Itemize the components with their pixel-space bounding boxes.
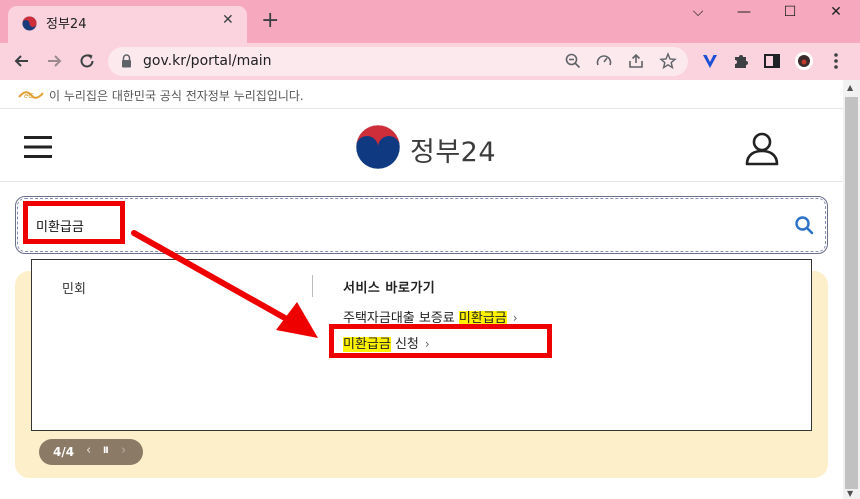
svg-text:eG: eG [24, 92, 34, 100]
pager-count: 4/4 [53, 445, 75, 459]
bookmark-star-icon[interactable] [659, 52, 677, 70]
taegeuk-logo-icon[interactable] [355, 124, 401, 170]
hamburger-menu-icon[interactable] [24, 135, 52, 159]
reload-icon[interactable] [77, 51, 97, 71]
column-divider [312, 275, 313, 297]
tab-title: 정부24 [46, 17, 87, 32]
gov-favicon-icon [22, 16, 37, 31]
back-arrow-icon[interactable] [12, 51, 32, 71]
scroll-up-icon[interactable]: ▲ [847, 83, 853, 92]
egov-mark-icon: eG [18, 91, 44, 100]
profile-avatar-icon[interactable] [794, 51, 814, 71]
search-icon[interactable] [794, 215, 814, 235]
new-tab-button[interactable]: + [261, 8, 279, 33]
pager-next-button[interactable]: › [121, 443, 126, 458]
maximize-button[interactable]: ☐ [768, 4, 812, 26]
category-label[interactable]: 민회 [62, 278, 86, 297]
site-title[interactable]: 정부24 [410, 130, 496, 169]
v-extension-icon[interactable] [700, 51, 720, 71]
scroll-down-icon[interactable]: ▼ [847, 489, 853, 498]
more-menu-icon[interactable] [826, 51, 846, 71]
tab-close-icon[interactable]: ✕ [222, 12, 234, 28]
service-shortcut-header: 서비스 바로가기 [343, 281, 436, 296]
scrollbar-thumb[interactable] [845, 97, 858, 489]
browser-tab[interactable] [8, 6, 247, 43]
user-login-icon[interactable] [744, 130, 780, 166]
annotation-box-result [329, 324, 552, 358]
chevron-right-icon: › [512, 311, 518, 325]
performance-icon[interactable] [595, 52, 613, 70]
minimize-button[interactable]: — [722, 4, 766, 26]
share-icon[interactable] [627, 52, 645, 70]
lock-icon[interactable] [121, 54, 132, 68]
zoom-icon[interactable] [564, 52, 582, 70]
annotation-box-search [23, 201, 125, 244]
tab-search-icon[interactable]: ⌵ [676, 4, 720, 26]
url-text[interactable]: gov.kr/portal/main [143, 53, 272, 69]
notice-text: 이 누리집은 대한민국 공식 전자정부 누리집입니다. [49, 89, 304, 103]
pager-prev-button[interactable]: ‹ [86, 443, 91, 458]
pager-pause-button[interactable]: II [103, 446, 109, 456]
side-panel-icon[interactable] [762, 51, 782, 71]
window-close-button[interactable]: ✕ [814, 4, 858, 26]
forward-arrow-icon[interactable] [44, 51, 64, 71]
extensions-puzzle-icon[interactable] [731, 51, 751, 71]
search-input[interactable] [36, 215, 736, 235]
